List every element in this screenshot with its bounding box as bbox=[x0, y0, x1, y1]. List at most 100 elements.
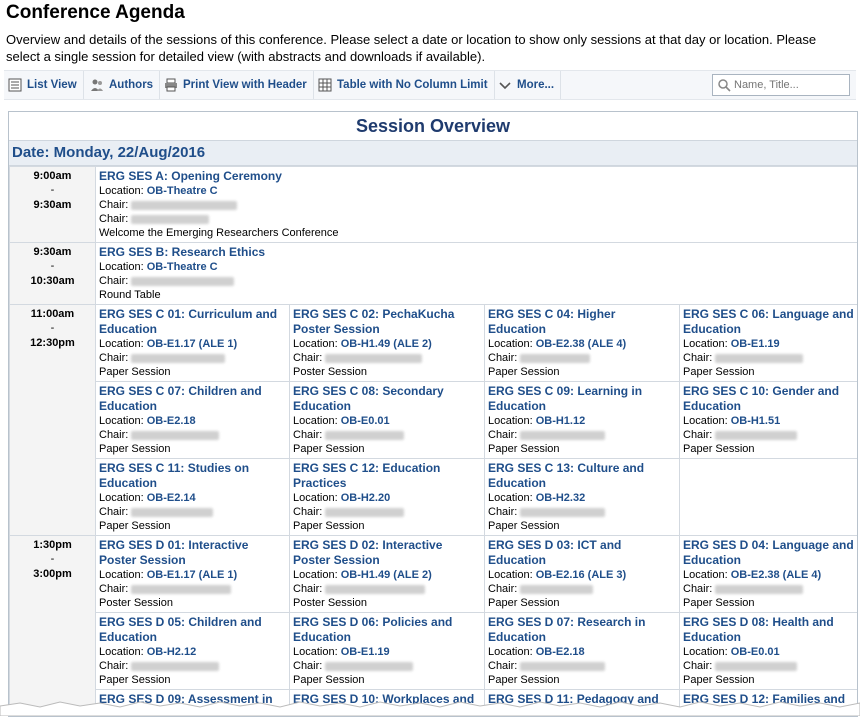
session-cell: ERG SES D 05: Children and Education Loca… bbox=[95, 612, 290, 690]
location-link[interactable]: OB-E1.17 (ALE 1) bbox=[147, 338, 237, 350]
time-slot: 1:30pm - 3:00pm bbox=[9, 535, 96, 710]
session-chair: Chair: bbox=[488, 505, 676, 519]
date-header[interactable]: Date: Monday, 22/Aug/2016 bbox=[9, 141, 857, 166]
time-separator: - bbox=[50, 322, 55, 334]
session-chair: Chair: bbox=[488, 582, 676, 596]
location-link[interactable]: OB-E2.38 (ALE 4) bbox=[536, 338, 626, 350]
session-chair: Chair: bbox=[99, 351, 286, 365]
session-note: Paper Session bbox=[488, 520, 560, 532]
location-link[interactable]: OB-E0.01 bbox=[341, 415, 390, 427]
location-link[interactable]: OB-E1.19 bbox=[731, 338, 780, 350]
session-chair: Chair: bbox=[293, 582, 481, 596]
session-title-link[interactable]: ERG SES D 01: Interactive Poster Session bbox=[99, 538, 286, 568]
session-title-link[interactable]: ERG SES C 01: Curriculum and Education bbox=[99, 307, 286, 337]
session-title-link[interactable]: ERG SES C 09: Learning in Education bbox=[488, 384, 676, 414]
session-title-link[interactable]: ERG SES C 04: Higher Education bbox=[488, 307, 676, 337]
session-title-link[interactable]: ERG SES D 03: ICT and Education bbox=[488, 538, 676, 568]
redacted-name bbox=[520, 430, 606, 440]
location-link[interactable]: OB-H1.49 (ALE 2) bbox=[341, 569, 432, 581]
list-view-label: List View bbox=[27, 79, 77, 91]
location-link[interactable]: OB-E1.17 (ALE 1) bbox=[147, 569, 237, 581]
chair-label: Chair: bbox=[99, 275, 132, 287]
redacted-name bbox=[715, 353, 804, 363]
location-link[interactable]: OB-E2.38 (ALE 4) bbox=[731, 569, 821, 581]
print-view-button[interactable]: Print View with Header bbox=[160, 71, 314, 99]
session-cell bbox=[678, 458, 857, 536]
table-view-button[interactable]: Table with No Column Limit bbox=[314, 71, 495, 99]
location-link[interactable]: OB-H2.12 bbox=[147, 646, 197, 658]
location-link[interactable]: OB-E2.18 bbox=[147, 415, 196, 427]
session-title-link[interactable]: ERG SES D 08: Health and Education bbox=[683, 615, 854, 645]
time-slot: 9:30am - 10:30am bbox=[9, 242, 96, 305]
session-title-link[interactable]: ERG SES C 07: Children and Education bbox=[99, 384, 286, 414]
intro-text: Overview and details of the sessions of … bbox=[6, 32, 817, 64]
session-title-link[interactable]: ERG SES B: Research Ethics bbox=[99, 245, 854, 260]
session-title-link[interactable]: ERG SES D 07: Research in Education bbox=[488, 615, 676, 645]
list-view-button[interactable]: List View bbox=[4, 71, 84, 99]
location-link[interactable]: OB-H1.49 (ALE 2) bbox=[341, 338, 432, 350]
session-note: Paper Session bbox=[99, 674, 171, 686]
location-link[interactable]: OB-Theatre C bbox=[147, 261, 218, 273]
location-label: Location: bbox=[293, 338, 341, 350]
session-note: Poster Session bbox=[293, 597, 367, 609]
redacted-name bbox=[131, 584, 232, 594]
session-title-link[interactable]: ERG SES D 04: Language and Education bbox=[683, 538, 854, 568]
session-title-link[interactable]: ERG SES A: Opening Ceremony bbox=[99, 169, 854, 184]
search-input[interactable] bbox=[734, 79, 844, 91]
session-title-link[interactable]: ERG SES C 10: Gender and Education bbox=[683, 384, 854, 414]
session-title-link[interactable]: ERG SES C 08: Secondary Education bbox=[293, 384, 481, 414]
session-location: Location: OB-E2.18 bbox=[99, 414, 286, 428]
session-location: Location: OB-E1.17 (ALE 1) bbox=[99, 568, 286, 582]
location-label: Location: bbox=[293, 415, 341, 427]
more-label: More... bbox=[517, 79, 555, 91]
session-overview-title: Session Overview bbox=[9, 112, 857, 141]
session-title-link[interactable]: ERG SES C 12: Education Practices bbox=[293, 461, 481, 491]
session-note: Paper Session bbox=[293, 674, 365, 686]
location-label: Location: bbox=[99, 185, 147, 197]
chair-label: Chair: bbox=[293, 583, 326, 595]
redacted-name bbox=[325, 507, 405, 517]
location-label: Location: bbox=[99, 338, 147, 350]
session-cell: ERG SES D 03: ICT and Education Location:… bbox=[484, 535, 680, 613]
chair-label: Chair: bbox=[293, 429, 326, 441]
session-title-link[interactable]: ERG SES C 11: Studies on Education bbox=[99, 461, 286, 491]
time-slot: 11:00am - 12:30pm bbox=[9, 304, 96, 536]
location-link[interactable]: OB-E2.18 bbox=[536, 646, 585, 658]
chair-label: Chair: bbox=[488, 506, 521, 518]
session-title-link[interactable]: ERG SES D 05: Children and Education bbox=[99, 615, 286, 645]
location-link[interactable]: OB-E2.14 bbox=[147, 492, 196, 504]
table-view-label: Table with No Column Limit bbox=[337, 79, 488, 91]
session-chair: Chair: bbox=[488, 428, 676, 442]
time-end: 3:00pm bbox=[33, 568, 72, 580]
session-cell: ERG SES D 04: Language and Education Loca… bbox=[678, 535, 857, 613]
session-title-link[interactable]: ERG SES D 06: Policies and Education bbox=[293, 615, 481, 645]
time-separator: - bbox=[50, 260, 55, 272]
location-link[interactable]: OB-H1.51 bbox=[731, 415, 781, 427]
location-link[interactable]: OB-H1.12 bbox=[536, 415, 586, 427]
location-link[interactable]: OB-E0.01 bbox=[731, 646, 780, 658]
redacted-name bbox=[520, 584, 594, 594]
session-title-link[interactable]: ERG SES C 02: PechaKucha Poster Session bbox=[293, 307, 481, 337]
location-link[interactable]: OB-E1.19 bbox=[341, 646, 390, 658]
location-link[interactable]: OB-H2.20 bbox=[341, 492, 391, 504]
authors-button[interactable]: Authors bbox=[86, 71, 161, 99]
session-note: Paper Session bbox=[683, 597, 755, 609]
location-link[interactable]: OB-Theatre C bbox=[147, 185, 218, 197]
session-title-link[interactable]: ERG SES D 02: Interactive Poster Session bbox=[293, 538, 481, 568]
redacted-name bbox=[325, 584, 426, 594]
session-location: Location: OB-E0.01 bbox=[683, 645, 854, 659]
session-chair: Chair: bbox=[488, 351, 676, 365]
location-link[interactable]: OB-H2.32 bbox=[536, 492, 586, 504]
location-link[interactable]: OB-E2.16 (ALE 3) bbox=[536, 569, 626, 581]
session-note: Paper Session bbox=[683, 674, 755, 686]
redacted-name bbox=[325, 430, 405, 440]
session-location: Location: OB-Theatre C bbox=[99, 184, 854, 198]
session-title-link[interactable]: ERG SES C 06: Language and Education bbox=[683, 307, 854, 337]
redacted-name bbox=[715, 430, 798, 440]
search-icon bbox=[718, 79, 731, 92]
session-note: Paper Session bbox=[488, 366, 560, 378]
session-chair: Chair: bbox=[99, 659, 286, 673]
session-chair: Chair: bbox=[99, 428, 286, 442]
more-button[interactable]: More... bbox=[494, 71, 562, 99]
session-title-link[interactable]: ERG SES C 13: Culture and Education bbox=[488, 461, 676, 491]
